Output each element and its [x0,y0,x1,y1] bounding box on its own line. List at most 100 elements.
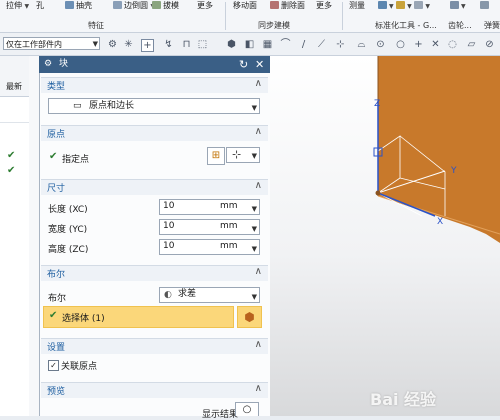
chevron-down-icon: ▼ [251,152,257,160]
reset-icon[interactable]: ↻ [239,56,248,73]
dimensions-section-header[interactable]: 尺寸 ∧ [41,179,268,195]
settings-icon[interactable]: ⚙ [44,56,52,73]
point-type-dropdown[interactable]: ⊹ ▼ [226,147,260,163]
point-dialog-icon[interactable]: ⊞ [207,147,225,165]
height-input[interactable]: 10 mm ▼ [159,239,260,255]
y-axis-label: Y [450,166,457,176]
snap-line-icon[interactable]: ⟋ [316,39,327,50]
snap-midpoint-icon[interactable]: / [298,39,309,50]
select-body-row[interactable]: ✔ 选择体 (1) [43,306,234,328]
width-value: 10 [163,221,175,231]
boolean-section-header[interactable]: 布尔 ∧ [41,265,268,281]
gear-tool-icon [396,1,406,9]
chevron-down-icon: ▼ [92,40,98,48]
gear-icon [450,1,459,9]
origin-point [375,190,381,196]
watermark: Bai 经验 [370,390,437,409]
graphics-viewport[interactable]: Z Y X [270,56,500,416]
select-body-label: 选择体 (1) [62,314,105,324]
origin-section-header[interactable]: 原点 ∧ [41,125,268,141]
group-gear: 齿轮... [448,21,472,30]
check-icon: ✔ [7,150,16,161]
boolean-value: 求差 [178,289,197,299]
snap-arc-icon[interactable]: ⌓ [356,39,367,50]
point-inference-icon: ⊹ [232,148,242,161]
snap-intersection-icon[interactable]: ✕ [430,39,441,50]
length-input[interactable]: 10 mm ▼ [159,199,260,215]
shell-button[interactable]: 抽壳 [65,0,92,12]
group-feature: 特征 [88,21,104,30]
width-unit: mm [220,221,238,231]
extrude-button[interactable]: 拉伸 ▼ [6,0,29,12]
measure-button[interactable]: 测量 [349,0,365,12]
face-select-icon[interactable]: ◧ [244,39,255,50]
associative-origin-checkbox[interactable]: ✓ [48,360,59,371]
draft-button[interactable]: 拔模 [152,0,179,12]
chevron-down-icon: ▼ [251,205,257,213]
check-icon: ✔ [49,151,58,162]
collapse-icon: ∧ [254,383,262,394]
snap-quadrant-icon[interactable]: ⊘ [484,39,495,50]
selection-scope-dropdown[interactable]: 仅在工作部件内 ▼ [3,37,100,50]
type-dropdown[interactable]: ▭ 原点和边长 ▼ [48,98,260,114]
quick-pick-icon[interactable]: ↯ [163,39,174,50]
x-axis-label: X [437,217,443,227]
chevron-down-icon: ▼ [251,104,257,112]
shell-icon [65,1,74,9]
snap-circle-icon[interactable]: ○ [395,39,406,50]
boolean-dropdown[interactable]: ◐ 求差 ▼ [159,287,260,303]
z-axis-label: Z [374,99,380,109]
edge-blend-button[interactable]: 边倒圆 ▼ [113,0,155,12]
snap-settings-icon[interactable]: ⚙ [107,39,118,50]
height-value: 10 [163,241,175,251]
delete-face-button[interactable]: 删除面 [270,0,305,12]
move-face-button[interactable]: 移动面 [233,0,257,12]
delete-face-icon [270,1,279,9]
spring-toolkit-icons[interactable] [480,0,491,12]
lasso-icon[interactable]: ⊓ [181,39,192,50]
edge-blend-icon [113,1,122,9]
spring-tool-icon [414,1,424,9]
snap-face-icon[interactable]: ▱ [466,39,477,50]
body-cube-icon[interactable]: ⬢ [237,306,262,328]
sync-more-button[interactable]: 更多 [316,0,332,12]
standard-tool-icons[interactable]: ▼ ▼ ▼ [378,0,430,12]
show-result-label: 显示结果 [202,410,239,420]
boolean-section-title: 布尔 [47,270,66,280]
collapse-icon: ∧ [254,339,262,350]
draft-icon [152,1,161,9]
type-section-header[interactable]: 类型 ∧ [41,77,268,93]
collapse-icon: ∧ [254,266,262,277]
settings-section-header[interactable]: 设置 ∧ [41,338,268,354]
solid-body-icon[interactable]: ⬢ [226,39,237,50]
collapse-icon: ∧ [254,180,262,191]
dialog-title-bar: ⚙ 块 ↻ ✕ [39,56,270,73]
length-value: 10 [163,201,175,211]
chevron-down-icon: ▼ [251,225,257,233]
specify-point-label: 指定点 [62,155,90,165]
close-icon[interactable]: ✕ [255,56,264,73]
snap-point-icon[interactable]: + [413,39,424,50]
height-unit: mm [220,241,238,251]
snap-endpoint-icon[interactable]: ⌒ [280,39,291,50]
navigator-update-label: 最新 [6,82,22,91]
select-frame-icon[interactable]: + [141,39,154,52]
height-label: 高度 (ZC) [48,245,89,255]
feature-more-button[interactable]: 更多 [197,0,213,12]
filter-settings-icon[interactable]: ✳ [123,39,134,50]
check-icon: ✔ [49,310,58,321]
preview-section-header[interactable]: 预览 ∧ [41,382,268,398]
width-input[interactable]: 10 mm ▼ [159,219,260,235]
show-result-button[interactable]: ○ [235,402,259,416]
snap-center-icon[interactable]: ⊙ [375,39,386,50]
snap-tangent-icon[interactable]: ◌ [447,39,458,50]
rectangle-select-icon[interactable]: ⬚ [197,39,208,50]
spring-icon [480,1,489,9]
grid-icon[interactable]: ▦ [262,39,273,50]
associative-origin-label: 关联原点 [61,362,98,372]
snap-curve-icon[interactable]: ⊹ [335,39,346,50]
dialog-title: 块 [59,59,69,69]
gear-toolkit-icons[interactable]: ▼ [450,0,466,12]
hole-button[interactable]: 孔 [36,0,44,12]
origin-section-title: 原点 [47,130,66,140]
